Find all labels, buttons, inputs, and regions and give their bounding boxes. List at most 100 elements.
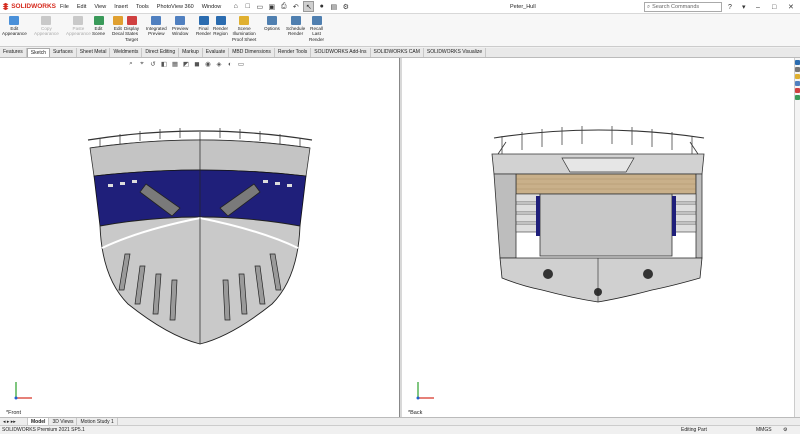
minimize-icon[interactable]: – — [756, 0, 760, 14]
help-question-icon[interactable]: ? — [728, 0, 732, 14]
document-title: Peter_Hull — [510, 4, 536, 10]
command-label: Preview Window — [172, 26, 189, 37]
dynamic-annotation-icon[interactable]: ▦ — [171, 60, 179, 68]
command-label: Options — [264, 26, 280, 31]
menu-tools[interactable]: Tools — [132, 0, 153, 14]
tab-mbd-dimensions[interactable]: MBD Dimensions — [229, 48, 275, 57]
print-icon[interactable]: ⎙ — [279, 2, 288, 11]
zoom-area-icon[interactable]: ⌖ — [138, 60, 146, 68]
appearances-icon[interactable] — [795, 88, 800, 93]
open-folder-icon[interactable]: ▭ — [255, 2, 264, 11]
menu-view[interactable]: View — [90, 0, 110, 14]
tab-evaluate[interactable]: Evaluate — [203, 48, 230, 57]
command-final-render[interactable]: Final Render — [196, 16, 211, 37]
command-icon — [126, 16, 137, 25]
hull-back-view — [491, 126, 705, 303]
viewport-label-back: *Back — [408, 410, 423, 416]
command-icon — [311, 16, 322, 25]
select-arrow-icon[interactable]: ↖ — [303, 1, 315, 12]
solidworks-logo-icon — [2, 2, 9, 11]
command-icon — [93, 16, 104, 25]
command-preview-window[interactable]: Preview Window — [172, 16, 188, 37]
tab-sketch[interactable]: Sketch — [26, 48, 51, 57]
view-palette-icon[interactable] — [795, 81, 800, 86]
solidworks-resources-icon[interactable] — [795, 60, 800, 65]
command-schedule-render[interactable]: Schedule Render — [286, 16, 305, 37]
command-icon — [9, 16, 20, 25]
tab-weldments[interactable]: Weldments — [110, 48, 143, 57]
file-explorer-icon[interactable] — [795, 74, 800, 79]
command-icon — [175, 16, 186, 25]
options-gear-icon[interactable]: ⚙ — [341, 2, 350, 11]
view-settings-icon[interactable]: ▭ — [237, 60, 245, 68]
tab-features[interactable]: Features — [0, 48, 27, 57]
zoom-to-fit-icon[interactable]: ⌕ — [127, 60, 135, 68]
command-label: Integrated Preview — [146, 26, 167, 37]
menu-bar: File Edit View Insert Tools PhotoView 36… — [56, 0, 225, 14]
tab-render-tools[interactable]: Render Tools — [275, 48, 312, 57]
command-paste-appearance[interactable]: Paste Appearance — [66, 16, 91, 37]
undo-icon[interactable]: ↶ — [291, 2, 300, 11]
viewport-front[interactable]: *Front — [0, 58, 400, 422]
tab-surfaces[interactable]: Surfaces — [50, 48, 77, 57]
tab-solidworks-add-ins[interactable]: SOLIDWORKS Add-Ins — [311, 48, 371, 57]
command-copy-appearance[interactable]: Copy Appearance — [34, 16, 59, 37]
axis-triad-icon — [14, 382, 32, 400]
maximize-icon[interactable]: □ — [772, 0, 776, 14]
design-library-icon[interactable] — [795, 67, 800, 72]
home-icon[interactable]: ⌂ — [231, 2, 240, 11]
command-label: Edit Decal — [112, 26, 124, 37]
bottom-tabs: ◂ ▸ ▸▸ Model 3D Views Motion Study 1 — [0, 417, 800, 426]
command-recall-last-render[interactable]: Recall Last Render — [309, 16, 324, 42]
command-edit-decal[interactable]: Edit Decal — [112, 16, 124, 37]
command-icon — [112, 16, 123, 25]
menu-edit[interactable]: Edit — [73, 0, 90, 14]
command-render-region[interactable]: Render Region — [213, 16, 228, 37]
search-commands-input[interactable]: ⌕ Search Commands — [644, 2, 722, 12]
restore-icon[interactable]: ▾ — [742, 0, 746, 14]
command-icon — [290, 16, 301, 25]
traffic-light-icon[interactable]: ● — [317, 2, 326, 11]
custom-properties-icon[interactable] — [795, 95, 800, 100]
command-icon — [198, 16, 209, 25]
quick-access-toolbar: ⌂ □ ▭ ▣ ⎙ ↶ ↖ ● ▤ ⚙ — [231, 1, 350, 12]
command-scene-illumination-proof-sheet[interactable]: Scene Illumination Proof Sheet — [232, 16, 256, 42]
viewport-back[interactable]: *Back — [402, 58, 794, 422]
previous-view-icon[interactable]: ↺ — [149, 60, 157, 68]
hull-front-view — [87, 128, 313, 345]
tab-markup[interactable]: Markup — [179, 48, 203, 57]
hide-show-items-icon[interactable]: ◉ — [204, 60, 212, 68]
display-style-icon[interactable]: ◼ — [193, 60, 201, 68]
viewport-label-front: *Front — [6, 410, 21, 416]
tab-solidworks-visualize[interactable]: SOLIDWORKS Visualize — [424, 48, 487, 57]
command-icon — [41, 16, 52, 25]
tab-direct-editing[interactable]: Direct Editing — [142, 48, 180, 57]
tab-solidworks-cam[interactable]: SOLIDWORKS CAM — [371, 48, 424, 57]
menu-insert[interactable]: Insert — [110, 0, 132, 14]
command-edit-appearance[interactable]: Edit Appearance — [2, 16, 27, 37]
edit-appearance-icon[interactable]: ◈ — [215, 60, 223, 68]
command-edit-scene[interactable]: Edit Scene — [92, 16, 105, 37]
menu-window[interactable]: Window — [198, 0, 226, 14]
command-tabs: Features Sketch Surfaces Sheet Metal Weldmen… — [0, 48, 800, 58]
menu-photoview[interactable]: PhotoView 360 — [153, 0, 198, 14]
file-properties-icon[interactable]: ▤ — [329, 2, 338, 11]
command-manager: Edit Appearance Copy Appearance Paste Appe… — [0, 14, 800, 47]
command-icon — [266, 16, 277, 25]
command-icon — [73, 16, 84, 25]
tab-sheet-metal[interactable]: Sheet Metal — [77, 48, 111, 57]
view-orientation-icon[interactable]: ◩ — [182, 60, 190, 68]
command-integrated-preview[interactable]: Integrated Preview — [146, 16, 167, 37]
command-options[interactable]: Options — [264, 16, 280, 31]
save-icon[interactable]: ▣ — [267, 2, 276, 11]
apply-scene-icon[interactable]: ◐ — [226, 60, 234, 68]
command-label: Display States Target — [124, 26, 140, 42]
menu-file[interactable]: File — [56, 0, 73, 14]
search-placeholder: Search Commands — [652, 4, 700, 10]
new-document-icon[interactable]: □ — [243, 2, 252, 11]
command-display-states-target[interactable]: Display States Target — [124, 16, 139, 42]
solidworks-logo[interactable]: SOLIDWORKS — [0, 2, 56, 11]
close-icon[interactable]: ✕ — [788, 0, 794, 14]
command-label: Final Render — [196, 26, 212, 37]
section-view-icon[interactable]: ◧ — [160, 60, 168, 68]
